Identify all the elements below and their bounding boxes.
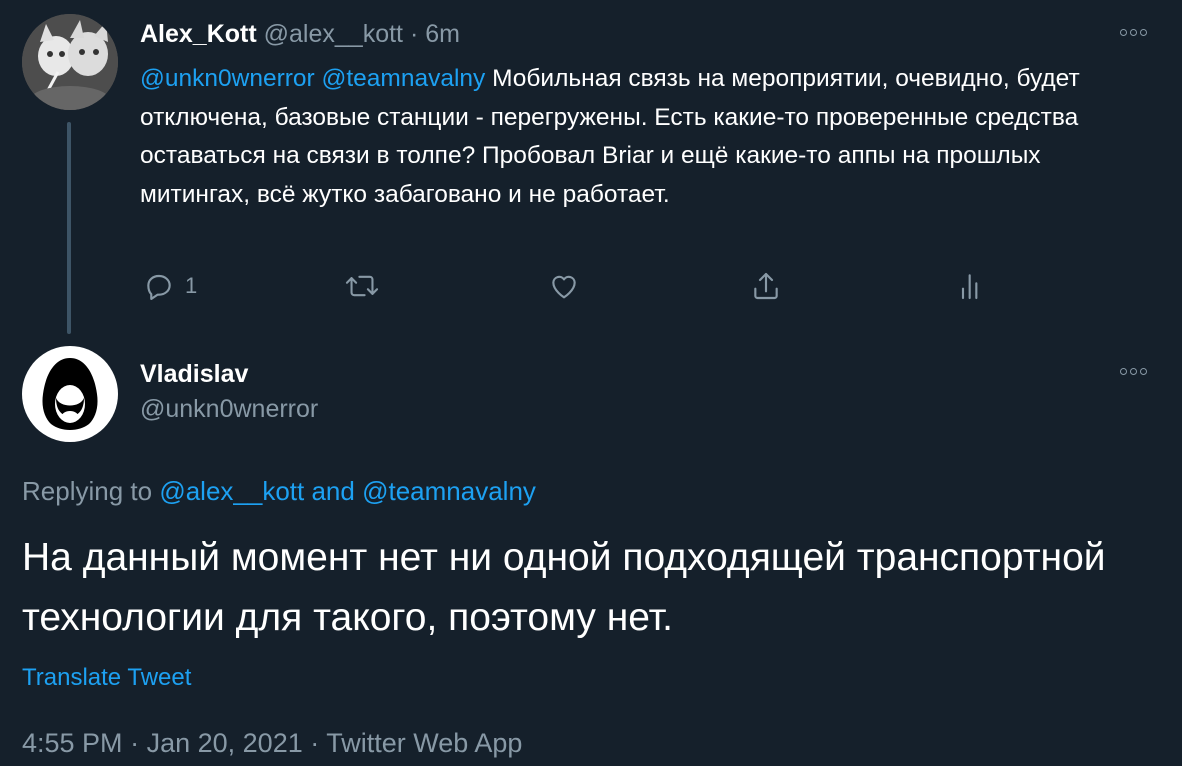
tweet1-header: Alex_Kott @alex__kott · 6m	[140, 20, 460, 49]
mention-link[interactable]: @teamnavalny	[321, 65, 485, 92]
analytics-icon	[961, 274, 978, 300]
header-separator: ·	[409, 20, 419, 48]
meta-separator: ·	[310, 728, 320, 758]
author-handle[interactable]: @alex__kott	[264, 20, 403, 48]
replying-and: and	[311, 476, 355, 506]
thread-connector-line	[67, 122, 71, 334]
mention-link[interactable]: @unkn0wnerror	[140, 65, 315, 92]
avatar-image	[22, 14, 118, 110]
hooded-figure-icon	[42, 358, 98, 430]
translate-tweet-link[interactable]: Translate Tweet	[22, 664, 191, 692]
retweet-button[interactable]	[345, 266, 379, 306]
replying-prefix: Replying to	[22, 476, 153, 506]
replying-to-line: Replying to @alex__kott and @teamnavalny	[22, 476, 536, 507]
author-name[interactable]: Alex_Kott	[140, 20, 257, 48]
tweet-timestamp[interactable]: 4:55 PM	[22, 728, 123, 758]
more-options-icon[interactable]	[1120, 26, 1156, 38]
meta-separator: ·	[130, 728, 140, 758]
reply-count: 1	[185, 273, 198, 298]
author-avatar-vladislav[interactable]	[22, 346, 118, 442]
author-handle[interactable]: @unkn0wnerror	[140, 395, 318, 424]
tweet-meta: 4:55 PM · Jan 20, 2021 · Twitter Web App	[22, 728, 522, 759]
like-icon	[552, 275, 576, 299]
author-name[interactable]: Vladislav	[140, 360, 248, 389]
mention-link[interactable]: @teamnavalny	[362, 476, 536, 506]
share-button[interactable]	[750, 266, 782, 306]
reply-button[interactable]: 1	[143, 266, 197, 306]
tweet2-text: На данный момент нет ни одной подходящей…	[22, 536, 1106, 639]
like-button[interactable]	[548, 266, 580, 306]
tweet-time[interactable]: 6m	[425, 20, 460, 48]
retweet-icon	[345, 275, 379, 297]
share-icon	[754, 272, 778, 300]
mention-link[interactable]: @alex__kott	[159, 476, 304, 506]
reply-icon	[147, 274, 171, 300]
analytics-button[interactable]	[955, 266, 987, 306]
tweet-source[interactable]: Twitter Web App	[326, 728, 522, 758]
tweet-date[interactable]: Jan 20, 2021	[147, 728, 303, 758]
author-avatar-alex[interactable]	[22, 14, 118, 110]
more-options-icon[interactable]	[1120, 365, 1156, 377]
tweet1-text: @unkn0wnerror @teamnavalny Мобильная свя…	[140, 60, 1140, 214]
